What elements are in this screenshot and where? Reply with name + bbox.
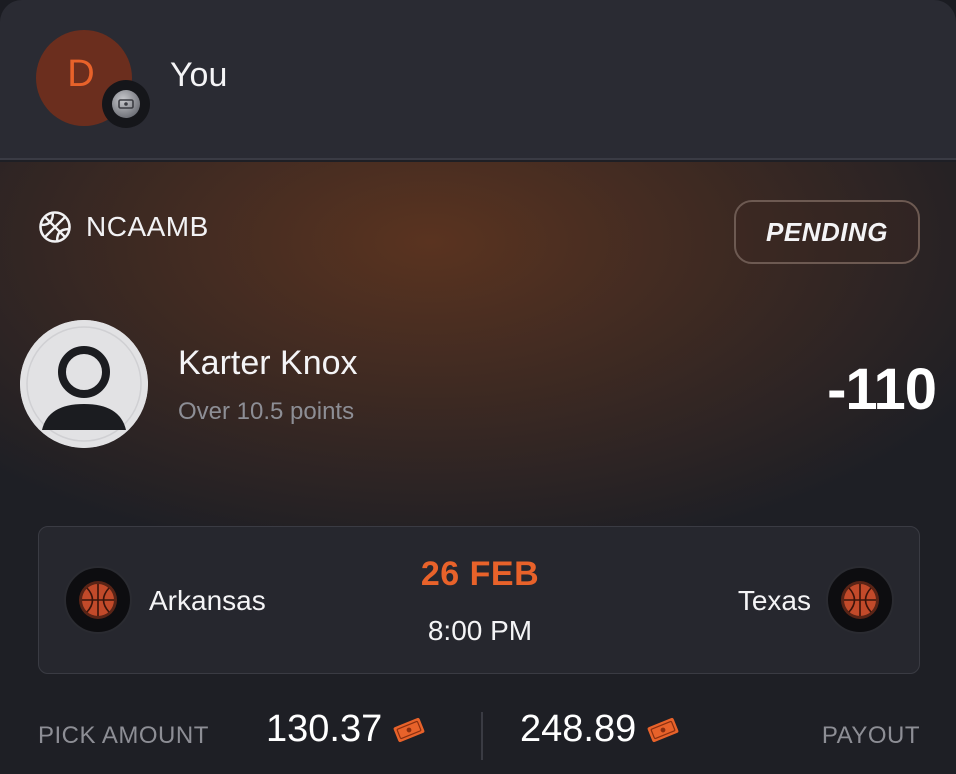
ticket-icon xyxy=(647,717,679,742)
pick-line: Over 10.5 points xyxy=(178,398,355,425)
away-team-name: Texas xyxy=(737,585,811,616)
pick-amount-value: 130.37 xyxy=(266,708,383,750)
avatar-initial: D xyxy=(67,52,95,95)
pick-details: NCAAMB PENDING Karter Knox Over 10.5 poi… xyxy=(0,162,956,774)
payout-amount: 248.89 xyxy=(520,708,680,751)
status-badge: PENDING xyxy=(734,200,920,264)
pick-amount: 130.37 xyxy=(266,708,426,751)
league-tag: NCAAMB xyxy=(38,210,209,244)
payout-value: 248.89 xyxy=(520,708,637,750)
basketball-icon xyxy=(39,211,71,243)
pick-amount-label: PICK AMOUNT xyxy=(38,722,209,749)
card-header: D You xyxy=(0,0,956,160)
user-name: You xyxy=(170,56,228,94)
pick-odds: -110 xyxy=(827,357,937,422)
player-name: Karter Knox xyxy=(178,344,358,382)
payout-label: PAYOUT xyxy=(821,722,920,749)
ticket-icon xyxy=(393,717,425,742)
league-label: NCAAMB xyxy=(86,211,209,242)
footer-divider xyxy=(481,712,483,760)
default-avatar-icon xyxy=(20,320,148,448)
away-team-logo-icon xyxy=(826,566,894,634)
coin-badge-icon xyxy=(102,80,150,128)
game-time: 8:00 PM xyxy=(427,615,533,646)
game-info[interactable]: Arkansas 26 FEB 8:00 PM Texas xyxy=(38,526,920,674)
pick-card: D You NCAAMB PENDING Karter Knox Over 10… xyxy=(0,0,956,774)
